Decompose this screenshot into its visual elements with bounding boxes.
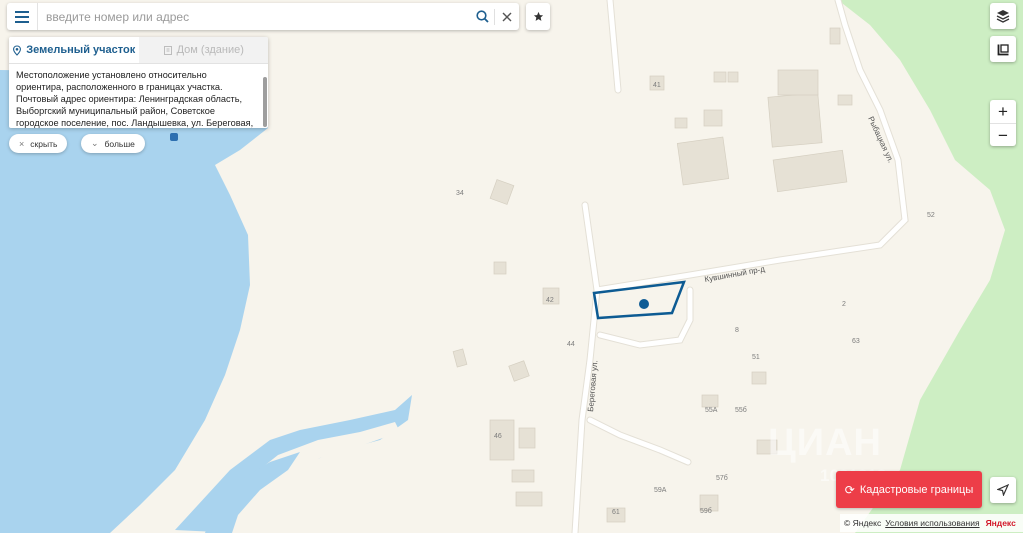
yandex-logo[interactable]: Яндекс bbox=[986, 518, 1016, 528]
chevron-down-icon: ⌄ bbox=[91, 138, 99, 148]
search-bar bbox=[7, 3, 519, 30]
cadastral-borders-button[interactable]: ⟳ Кадастровые границы bbox=[836, 471, 982, 508]
terms-link[interactable]: Условия использования bbox=[885, 518, 979, 528]
copyright-text: © Яндекс bbox=[844, 518, 882, 528]
search-button[interactable] bbox=[470, 3, 494, 30]
layers-button[interactable] bbox=[990, 3, 1016, 29]
ruler-icon bbox=[997, 43, 1009, 55]
house-number: 46 bbox=[494, 433, 502, 440]
card-scrollbar[interactable] bbox=[263, 77, 267, 127]
house-number: 59б bbox=[700, 507, 712, 515]
menu-icon bbox=[15, 10, 29, 23]
house-number: 55б bbox=[735, 406, 747, 414]
card-tabs: Земельный участок Дом (здание) bbox=[9, 37, 268, 64]
favorite-button[interactable] bbox=[526, 3, 550, 30]
more-button[interactable]: ⌄ больше bbox=[81, 134, 145, 153]
tab-land-plot-label: Земельный участок bbox=[26, 44, 136, 56]
house-number: 34 bbox=[456, 190, 464, 197]
cadastral-borders-label: Кадастровые границы bbox=[859, 483, 974, 496]
house-number: 61 bbox=[612, 509, 620, 516]
locate-icon bbox=[997, 484, 1009, 496]
house-number: 42 bbox=[546, 297, 554, 304]
tab-land-plot[interactable]: Земельный участок bbox=[9, 37, 139, 63]
house-number: 57б bbox=[716, 474, 728, 482]
search-icon bbox=[475, 10, 489, 23]
hide-button[interactable]: × скрыть bbox=[9, 134, 68, 153]
plot-marker-icon[interactable] bbox=[639, 299, 649, 309]
house-number: 41 bbox=[653, 82, 661, 89]
house-number: 55А bbox=[705, 407, 718, 414]
info-card: Земельный участок Дом (здание) Местополо… bbox=[9, 37, 268, 128]
zoom-control: + − bbox=[990, 100, 1016, 146]
zoom-in-button[interactable]: + bbox=[990, 100, 1016, 124]
zoom-out-button[interactable]: − bbox=[990, 124, 1016, 147]
more-label: больше bbox=[104, 138, 135, 149]
house-number: 44 bbox=[567, 341, 575, 348]
map-attribution: © Яндекс Условия использования Яндекс bbox=[840, 514, 1023, 532]
menu-button[interactable] bbox=[7, 3, 38, 30]
clear-search-button[interactable] bbox=[495, 3, 519, 30]
tab-building-label: Дом (здание) bbox=[176, 44, 244, 56]
hide-label: скрыть bbox=[30, 138, 58, 149]
marker-icon bbox=[13, 44, 22, 56]
house-number: 8 bbox=[735, 327, 739, 334]
refresh-icon: ⟳ bbox=[844, 482, 855, 497]
close-icon: × bbox=[19, 138, 25, 149]
watermark: ЦИАН bbox=[768, 422, 882, 464]
card-description: Местоположение установлено относительно … bbox=[16, 70, 254, 128]
search-input[interactable] bbox=[38, 4, 470, 29]
house-icon bbox=[163, 46, 172, 55]
layers-icon bbox=[996, 10, 1010, 23]
locate-button[interactable] bbox=[990, 477, 1016, 503]
house-number: 59А bbox=[654, 487, 667, 494]
close-icon bbox=[502, 12, 512, 21]
star-icon bbox=[533, 11, 543, 21]
house-number: 51 bbox=[752, 354, 760, 361]
house-number: 52 bbox=[927, 212, 935, 219]
anchor-icon bbox=[170, 133, 178, 141]
tab-building[interactable]: Дом (здание) bbox=[138, 37, 268, 63]
house-number: 2 bbox=[842, 301, 846, 308]
house-number: 63 bbox=[852, 338, 860, 345]
ruler-button[interactable] bbox=[990, 36, 1016, 62]
